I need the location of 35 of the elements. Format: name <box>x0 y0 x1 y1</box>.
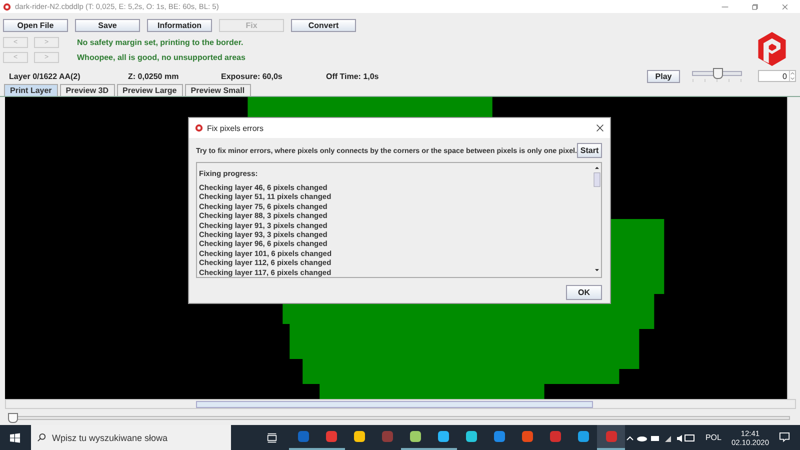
toolbar-button[interactable]: Save <box>75 19 140 32</box>
restore-icon[interactable] <box>751 2 759 10</box>
dialog-title: Fix pixels errors <box>207 124 264 132</box>
frame-spinner[interactable]: 0 <box>758 70 796 82</box>
toolbar-button[interactable]: Convert <box>291 19 356 32</box>
tray-icons[interactable] <box>625 432 696 442</box>
tab[interactable]: Preview Large <box>116 84 183 96</box>
tab[interactable]: Print Layer <box>4 84 58 96</box>
logo-icon <box>756 31 788 67</box>
taskbar-app-icon[interactable] <box>597 425 625 450</box>
start-icon[interactable] <box>10 432 20 442</box>
notifications-icon[interactable] <box>779 432 790 443</box>
tab[interactable]: Preview Small <box>184 84 251 96</box>
tab[interactable]: Preview 3D <box>60 84 114 96</box>
taskbar-search-field[interactable]: Wpisz tu wyszukiwane słowa <box>31 425 231 450</box>
horizontal-scrollbar[interactable] <box>5 399 796 409</box>
toolbar-button[interactable]: Open File <box>3 19 68 32</box>
start-button[interactable]: Start <box>577 142 602 158</box>
app-logo-icon <box>195 124 203 132</box>
z-height-label: Z: 0,0250 mm <box>128 72 180 80</box>
toolbar-button[interactable]: Information <box>147 19 212 32</box>
status-message: Whoopee, all is good, no unsupported areas <box>77 52 246 62</box>
play-button[interactable]: Play <box>647 70 680 82</box>
close-icon[interactable] <box>596 124 604 132</box>
layer-slider-thumb[interactable] <box>8 413 18 423</box>
task-view-icon[interactable] <box>267 432 277 442</box>
language-indicator[interactable]: POL <box>705 433 722 442</box>
ok-button[interactable]: OK <box>566 285 602 300</box>
search-icon <box>37 433 46 442</box>
app-logo-icon <box>3 2 11 10</box>
slider-thumb[interactable] <box>713 68 723 78</box>
status-message: No safety margin set, printing to the border. <box>77 38 244 46</box>
layer-label: Layer 0/1622 AA(2) <box>9 72 82 80</box>
exposure-label: Exposure: 60,0s <box>221 72 284 80</box>
off-time-label: Off Time: 1,0s <box>326 72 379 80</box>
